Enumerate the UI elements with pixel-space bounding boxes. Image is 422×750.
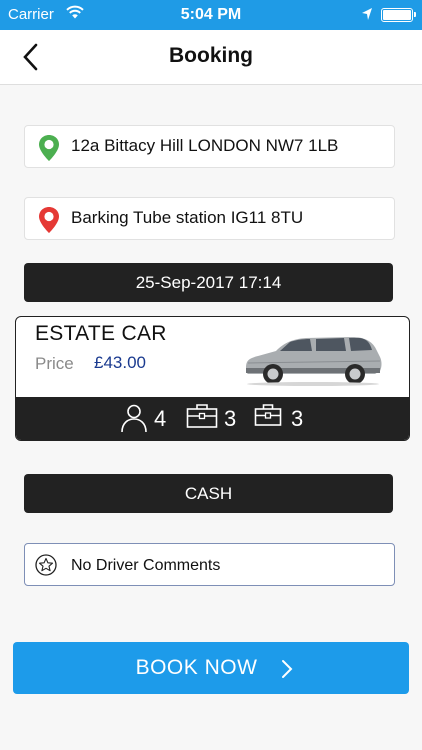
- book-now-label: BOOK NOW: [135, 656, 258, 679]
- passenger-count: 4: [154, 406, 167, 431]
- star-icon: [35, 554, 57, 576]
- passenger-icon: [121, 404, 147, 433]
- price-value: £43.00: [94, 353, 146, 372]
- pickup-field[interactable]: 12a Bittacy Hill LONDON NW7 1LB: [24, 125, 395, 168]
- chevron-right-icon: [282, 660, 293, 678]
- datetime-selector[interactable]: 25-Sep-2017 17:14: [24, 263, 393, 302]
- price-label: Price: [35, 354, 74, 373]
- vehicle-specs-bar: 4 3 3: [16, 397, 409, 440]
- small-luggage-count: 3: [291, 406, 304, 431]
- map-pin-green-icon: [37, 134, 61, 162]
- location-arrow-icon: [361, 7, 373, 26]
- dropoff-address: Barking Tube station IG11 8TU: [71, 208, 304, 227]
- large-luggage-count: 3: [224, 406, 237, 431]
- estate-car-image: [246, 337, 382, 386]
- book-now-button[interactable]: BOOK NOW: [13, 642, 409, 694]
- pickup-address: 12a Bittacy Hill LONDON NW7 1LB: [71, 136, 339, 155]
- clock: 5:04 PM: [180, 6, 242, 23]
- page-title: Booking: [169, 44, 253, 67]
- vehicle-name: ESTATE CAR: [35, 322, 167, 345]
- battery-icon: [381, 8, 416, 22]
- driver-comments-field[interactable]: No Driver Comments: [24, 543, 395, 586]
- vehicle-card[interactable]: ESTATE CAR Price £43.00 4 3 3: [15, 316, 410, 441]
- driver-comments-text: No Driver Comments: [71, 557, 221, 574]
- status-bar: Carrier 5:04 PM: [0, 0, 422, 30]
- suitcase-large-icon: [186, 404, 218, 428]
- suitcase-small-icon: [254, 404, 282, 426]
- nav-bar: Booking: [0, 30, 422, 85]
- dropoff-field[interactable]: Barking Tube station IG11 8TU: [24, 197, 395, 240]
- map-pin-red-icon: [37, 206, 61, 234]
- payment-method-selector[interactable]: CASH: [24, 474, 393, 513]
